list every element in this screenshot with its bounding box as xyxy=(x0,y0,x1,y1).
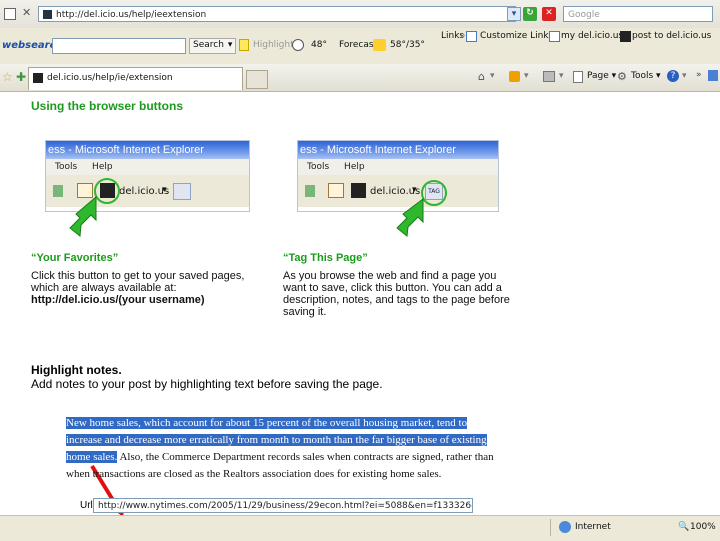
article-line: New home sales, which account for about … xyxy=(66,415,494,432)
green-arrow-icon xyxy=(396,198,424,237)
selected-text[interactable]: increase and decrease more erratically f… xyxy=(66,434,487,446)
text-line: which are always available at: xyxy=(31,282,177,294)
selected-text[interactable]: New home sales, which account for about … xyxy=(66,417,468,429)
article-excerpt: New home sales, which account for about … xyxy=(66,415,494,483)
zone-label: Internet xyxy=(575,522,611,532)
favorites-title: “Your Favorites” xyxy=(31,252,119,264)
green-arrow-icon xyxy=(69,195,97,237)
article-line: home sales. Also, the Commerce Departmen… xyxy=(66,451,494,463)
status-bar: Internet 🔍 100% xyxy=(0,515,720,541)
text-line: want to save, click this button. You can… xyxy=(283,282,502,294)
url-label: Url xyxy=(80,500,93,511)
text-line: saving it. xyxy=(283,306,327,318)
url-field[interactable]: http://www.nytimes.com/2005/11/29/busine… xyxy=(93,498,473,513)
article-line: increase and decrease more erratically f… xyxy=(66,432,494,449)
selected-text[interactable]: home sales. xyxy=(66,451,118,463)
zone-panel: Internet xyxy=(550,519,661,536)
highlight-circle xyxy=(421,180,447,206)
text-line: description, notes, and tags to the page… xyxy=(283,294,510,306)
text-line: As you browse the web and find a page yo… xyxy=(283,270,497,282)
globe-icon xyxy=(559,521,571,533)
highlight-description: Add notes to your post by highlighting t… xyxy=(31,377,383,391)
zoom-icon[interactable]: 🔍 xyxy=(678,522,689,532)
favorites-url: http://del.icio.us/(your username) xyxy=(31,294,205,306)
zoom-level[interactable]: 100% xyxy=(690,522,716,532)
highlight-circle xyxy=(94,178,120,204)
favorites-description: Click this button to get to your saved p… xyxy=(31,270,244,306)
article-line: when transactions are closed as the Real… xyxy=(66,468,442,480)
tagpage-title: “Tag This Page” xyxy=(283,252,368,264)
text-line: Click this button to get to your saved p… xyxy=(31,270,245,282)
highlight-title: Highlight notes. xyxy=(31,363,122,377)
tagpage-description: As you browse the web and find a page yo… xyxy=(283,270,510,318)
